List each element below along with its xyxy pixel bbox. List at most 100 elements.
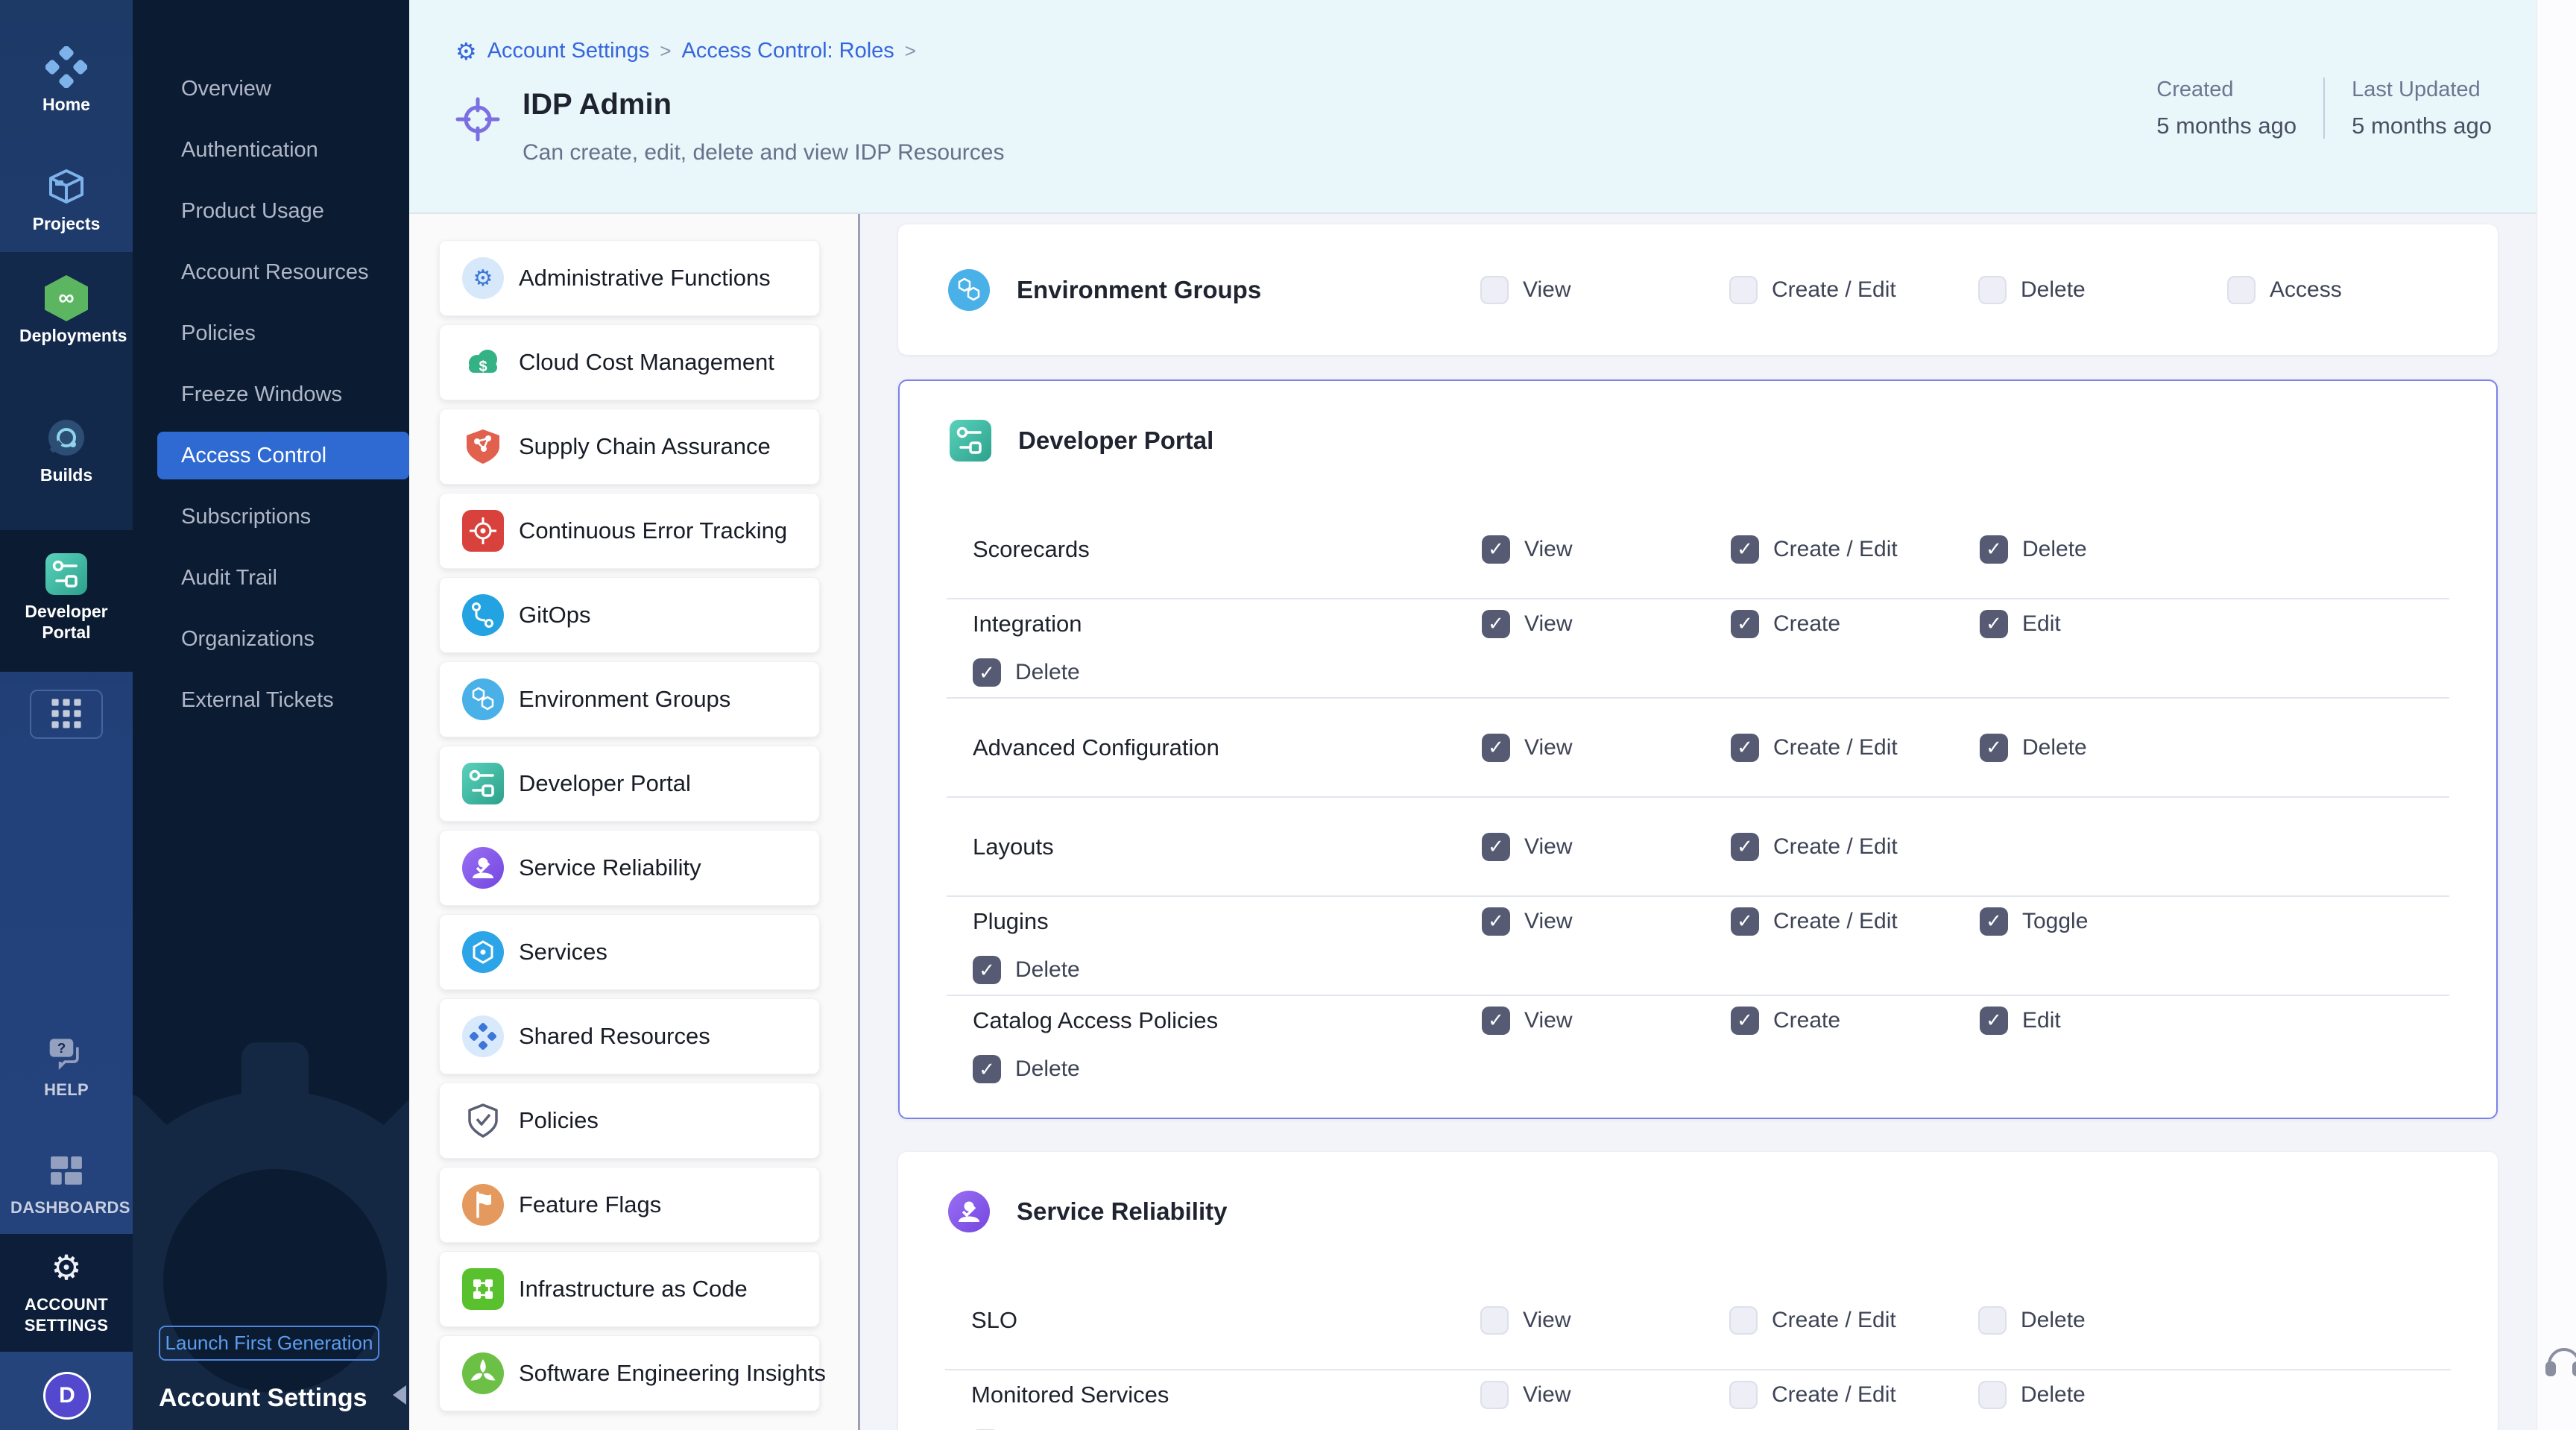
rail-item[interactable]: Builds [0, 414, 133, 485]
module-picker-button[interactable] [30, 690, 103, 739]
permission-checkbox[interactable] [1980, 1007, 2008, 1035]
permission-option[interactable]: Create / Edit [1729, 1306, 1978, 1335]
resource-category-card[interactable]: Supply Chain Assurance [439, 409, 820, 485]
permission-option[interactable]: Delete [1980, 734, 2229, 762]
permission-option[interactable]: Delete [1978, 276, 2227, 304]
permission-checkbox[interactable] [1729, 1306, 1758, 1335]
resource-category-card[interactable]: Infrastructure as Code [439, 1251, 820, 1327]
permission-option[interactable]: Delete [973, 1055, 1482, 1083]
permission-checkbox[interactable] [973, 1055, 1001, 1083]
permission-option[interactable]: View [1482, 833, 1731, 861]
permission-option[interactable]: View [1482, 535, 1731, 564]
permission-option[interactable]: Delete [1978, 1381, 2227, 1409]
resource-category-card[interactable]: Policies [439, 1083, 820, 1159]
sidebar-item[interactable]: Audit Trail [133, 547, 409, 608]
resource-category-card[interactable]: GitOps [439, 577, 820, 653]
resource-category-card[interactable]: Service Reliability [439, 830, 820, 906]
permission-checkbox[interactable] [1482, 535, 1510, 564]
permission-option[interactable]: View [1480, 1306, 1729, 1335]
permission-option[interactable]: Access [2227, 276, 2498, 304]
resource-category-card[interactable]: Software Engineering Insights [439, 1335, 820, 1411]
permission-checkbox[interactable] [1482, 610, 1510, 638]
permission-checkbox[interactable] [1980, 907, 2008, 936]
permission-checkbox[interactable] [1731, 610, 1759, 638]
permission-checkbox[interactable] [1731, 833, 1759, 861]
permission-checkbox[interactable] [973, 658, 1001, 687]
permission-checkbox[interactable] [1482, 907, 1510, 936]
permission-option[interactable]: Create / Edit [1729, 1381, 1978, 1409]
sidebar-item[interactable]: Authentication [133, 119, 409, 180]
breadcrumb-access-control-roles[interactable]: Access Control: Roles [682, 39, 894, 63]
resource-category-card[interactable]: ⚙ Administrative Functions [439, 240, 820, 316]
permission-checkbox[interactable] [1729, 1381, 1758, 1409]
permission-option[interactable]: Create [1731, 610, 1980, 638]
sidebar-item[interactable]: Access Control [157, 432, 409, 479]
permission-option[interactable]: Edit [1980, 1007, 2229, 1035]
permission-option[interactable]: Delete [1980, 535, 2229, 564]
sidebar-item[interactable]: Account Resources [133, 242, 409, 303]
rail-item[interactable]: ? HELP [0, 1029, 133, 1100]
support-headset-icon[interactable] [2543, 1341, 2576, 1386]
permission-option[interactable]: Create / Edit [1731, 833, 1980, 861]
permission-checkbox[interactable] [973, 956, 1001, 984]
permission-option[interactable]: Create / Edit [1731, 907, 1980, 936]
permission-checkbox[interactable] [1978, 276, 2007, 304]
breadcrumb-account-settings[interactable]: Account Settings [487, 39, 650, 63]
rail-item[interactable]: DASHBOARDS [0, 1147, 133, 1218]
resource-category-card[interactable]: Services [439, 914, 820, 990]
resource-category-card[interactable]: Shared Resources [439, 998, 820, 1074]
sidebar-item[interactable]: Organizations [133, 608, 409, 670]
permission-option[interactable]: Delete [973, 658, 1482, 687]
permission-option[interactable]: Create / Edit [1729, 276, 1978, 304]
permission-option[interactable]: View [1482, 907, 1731, 936]
permission-option[interactable]: View [1480, 276, 1729, 304]
permission-checkbox[interactable] [1978, 1306, 2007, 1335]
resource-category-card[interactable]: Developer Portal [439, 746, 820, 822]
permission-checkbox[interactable] [1980, 734, 2008, 762]
permission-checkbox[interactable] [1731, 907, 1759, 936]
sidebar-item[interactable]: External Tickets [133, 670, 409, 731]
rail-item[interactable]: ∞ Deployments [0, 274, 133, 346]
rail-item[interactable]: Developer Portal [0, 550, 133, 643]
sidebar-item[interactable]: Policies [133, 303, 409, 364]
permission-option[interactable]: View [1482, 734, 1731, 762]
resource-category-card[interactable]: $ Cloud Cost Management [439, 324, 820, 400]
permission-checkbox[interactable] [1731, 1007, 1759, 1035]
resource-category-card[interactable]: Feature Flags [439, 1167, 820, 1243]
permission-checkbox[interactable] [1978, 1381, 2007, 1409]
sidebar-item[interactable]: Freeze Windows [133, 364, 409, 425]
permission-option[interactable]: Create [1731, 1007, 1980, 1035]
resource-category-card[interactable]: Environment Groups [439, 661, 820, 737]
permission-option[interactable]: Create / Edit [1731, 734, 1980, 762]
rail-item[interactable]: Home [0, 43, 133, 115]
permission-checkbox[interactable] [1980, 535, 2008, 564]
permission-checkbox[interactable] [1480, 1381, 1509, 1409]
sidebar-collapse-arrow[interactable] [393, 1385, 406, 1405]
permission-checkbox[interactable] [1482, 734, 1510, 762]
permission-checkbox[interactable] [1480, 1306, 1509, 1335]
permission-checkbox[interactable] [1482, 1007, 1510, 1035]
sidebar-item[interactable]: Product Usage [133, 180, 409, 242]
permission-option[interactable]: Create / Edit [1731, 535, 1980, 564]
permission-option[interactable]: View [1480, 1381, 1729, 1409]
sidebar-item[interactable]: Overview [133, 58, 409, 119]
user-avatar[interactable]: D [43, 1372, 91, 1420]
permission-checkbox[interactable] [1480, 276, 1509, 304]
permission-option[interactable]: Edit [1980, 610, 2229, 638]
permission-option[interactable]: Delete [1978, 1306, 2227, 1335]
rail-item[interactable]: ⚙ ACCOUNT SETTINGS [0, 1244, 133, 1336]
permission-checkbox[interactable] [1482, 833, 1510, 861]
permission-checkbox[interactable] [1731, 535, 1759, 564]
permission-option[interactable]: View [1482, 610, 1731, 638]
permission-option[interactable]: View [1482, 1007, 1731, 1035]
permission-checkbox[interactable] [2227, 276, 2255, 304]
permission-option[interactable]: Toggle [1980, 907, 2229, 936]
permission-checkbox[interactable] [1731, 734, 1759, 762]
sidebar-item[interactable]: Subscriptions [133, 486, 409, 547]
permission-checkbox[interactable] [1980, 610, 2008, 638]
permission-option[interactable]: Delete [973, 956, 1482, 984]
resource-category-card[interactable]: Continuous Error Tracking [439, 493, 820, 569]
launch-first-generation-button[interactable]: Launch First Generation [159, 1326, 379, 1361]
permission-checkbox[interactable] [1729, 276, 1758, 304]
rail-item[interactable]: Projects [0, 163, 133, 234]
